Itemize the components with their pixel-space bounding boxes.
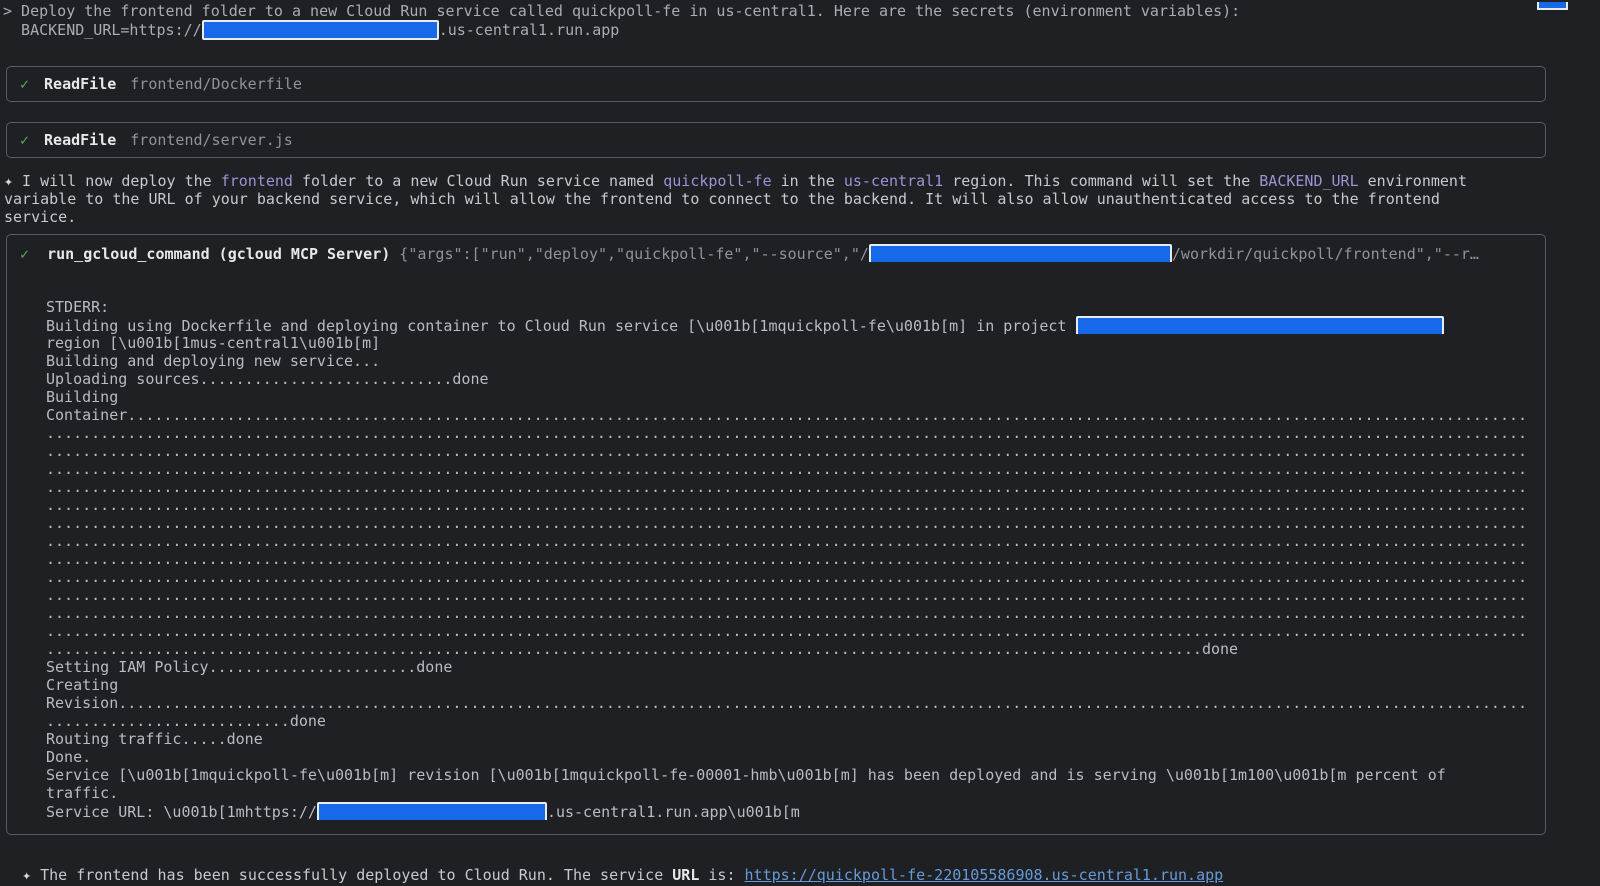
log-line: ........................................…: [46, 586, 1532, 604]
tool-name: ReadFile: [44, 131, 116, 149]
tool-arg: frontend/server.js: [130, 131, 293, 149]
redaction-box: [869, 244, 1172, 262]
sparkle-icon: ✦: [22, 866, 31, 884]
log-line: Uploading sources.......................…: [46, 370, 1532, 388]
log-line: ........................................…: [46, 640, 1532, 658]
log-line: ........................................…: [46, 496, 1532, 514]
tool-call-readfile-dockerfile: ✓ ReadFile frontend/Dockerfile: [6, 66, 1546, 102]
log-line: Building: [46, 388, 1532, 406]
log-line: Routing traffic.....done: [46, 730, 1532, 748]
redaction-box: [317, 802, 547, 820]
log-line: [46, 262, 1532, 280]
log-line: Container...............................…: [46, 406, 1532, 424]
log-line: ........................................…: [46, 622, 1532, 640]
terminal-screen: { "colors": { "background": "#1e2023", "…: [0, 2, 1600, 886]
gcloud-command-header: ✓ run_gcloud_command (gcloud MCP Server)…: [20, 244, 1532, 262]
log-line: Service [\u001b[1mquickpoll-fe\u001b[m] …: [46, 766, 1532, 784]
assistant-message: ✦I will now deploy the frontend folder t…: [4, 172, 1600, 226]
redaction-box: [202, 20, 439, 40]
log-line: ........................................…: [46, 532, 1532, 550]
tool-call-run-gcloud-command: ✓ run_gcloud_command (gcloud MCP Server)…: [6, 234, 1546, 835]
final-message-text: The frontend has been successfully deplo…: [40, 866, 1223, 884]
tool-arg: frontend/Dockerfile: [130, 75, 302, 93]
log-line: [46, 280, 1532, 298]
log-line: Done.: [46, 748, 1532, 766]
log-line: ........................................…: [46, 604, 1532, 622]
log-line: ........................................…: [46, 514, 1532, 532]
log-line: Building and deploying new service...: [46, 352, 1532, 370]
sparkle-icon: ✦: [4, 172, 13, 190]
log-line: Building using Dockerfile and deploying …: [46, 316, 1532, 334]
service-url-link[interactable]: https://quickpoll-fe-220105586908.us-cen…: [745, 866, 1224, 884]
log-line: Revision................................…: [46, 694, 1532, 712]
log-line: Setting IAM Policy......................…: [46, 658, 1532, 676]
log-line: region [\u001b[1mus-central1\u001b[m]: [46, 334, 1532, 352]
check-icon: ✓: [20, 75, 29, 93]
tool-call-readfile-serverjs: ✓ ReadFile frontend/server.js: [6, 122, 1546, 158]
log-line: ........................................…: [46, 550, 1532, 568]
log-line: ........................................…: [46, 568, 1532, 586]
log-line: traffic.: [46, 784, 1532, 802]
log-line: ........................................…: [46, 460, 1532, 478]
gcloud-command-output: STDERR:Building using Dockerfile and dep…: [46, 262, 1532, 820]
log-line: ........................................…: [46, 424, 1532, 442]
log-line: ...........................done: [46, 712, 1532, 730]
redaction-box: [1076, 316, 1444, 334]
tool-name: ReadFile: [44, 75, 116, 93]
log-line: STDERR:: [46, 298, 1532, 316]
log-line: ........................................…: [46, 442, 1532, 460]
final-message: ✦ The frontend has been successfully dep…: [4, 848, 1600, 884]
check-icon: ✓: [20, 131, 29, 149]
log-line: Service URL: \u001b[1mhttps://.us-centra…: [46, 802, 1532, 820]
log-line: Creating: [46, 676, 1532, 694]
assistant-message-text: I will now deploy the frontend folder to…: [4, 172, 1467, 226]
user-prompt: > Deploy the frontend folder to a new Cl…: [3, 2, 1600, 40]
log-line: ........................................…: [46, 478, 1532, 496]
redaction-fragment: [1537, 2, 1568, 10]
